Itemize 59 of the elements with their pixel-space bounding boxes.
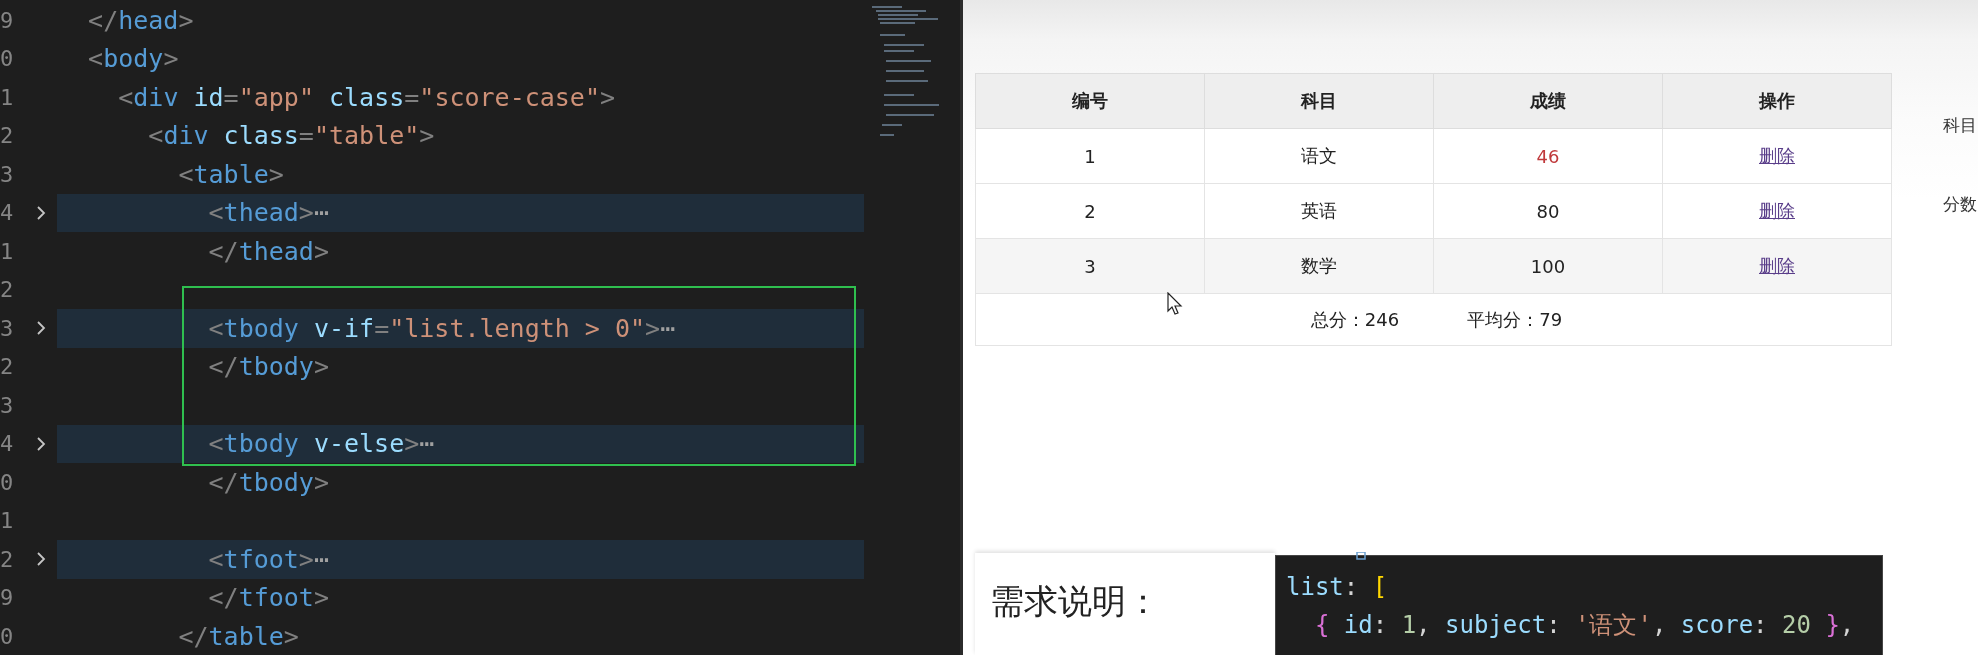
line-number: 0 (0, 46, 15, 72)
line-number: 9 (0, 7, 15, 33)
table-cell: 3 (975, 238, 1205, 294)
code-line: </tbody> (207, 467, 329, 497)
delete-link[interactable]: 删除 (1759, 200, 1795, 221)
code-line: </table> (177, 621, 299, 651)
score-cell: 100 (1433, 238, 1663, 294)
line-number: 1 (0, 508, 15, 534)
table-cell: 1 (975, 128, 1205, 184)
table-cell: 英语 (1204, 183, 1434, 239)
line-number: 0 (0, 623, 15, 649)
code-line: <tbody v-if="list.length > 0">⋯ (207, 313, 676, 343)
line-number: 4 (0, 200, 15, 226)
code-line: <div class="table"> (147, 121, 435, 151)
form-label: 科目 (1943, 114, 1977, 137)
line-number: 3 (0, 392, 15, 418)
code-line: <tfoot>⋯ (207, 544, 329, 574)
form-label: 分数 (1943, 193, 1977, 216)
code-line: </tbody> (207, 352, 329, 382)
column-header: 编号 (975, 73, 1205, 129)
delete-link[interactable]: 删除 (1759, 145, 1795, 166)
code-line: <body> (87, 44, 179, 74)
score-cell: 46 (1433, 128, 1663, 184)
line-number: 0 (0, 469, 15, 495)
column-header: 科目 (1204, 73, 1434, 129)
line-number: 9 (0, 585, 15, 611)
line-number: 2 (0, 546, 15, 572)
line-number: 1 (0, 84, 15, 110)
line-number: 2 (0, 354, 15, 380)
average-score: 平均分：79 (1467, 307, 1563, 332)
code-line: <tbody v-else>⋯ (207, 429, 435, 459)
chevron-icon[interactable] (36, 551, 46, 568)
chevron-icon[interactable] (36, 320, 46, 337)
line-number: 3 (0, 161, 15, 187)
code-line: </tfoot> (207, 583, 329, 613)
column-header: 成绩 (1433, 73, 1663, 129)
code-line: </thead> (207, 236, 329, 266)
table-cell: 2 (975, 183, 1205, 239)
column-header: 操作 (1662, 73, 1892, 129)
requirements-title: 需求说明： (990, 581, 1160, 621)
line-number: 2 (0, 123, 15, 149)
code-line: <thead>⋯ (207, 198, 329, 228)
score-cell: 80 (1433, 183, 1663, 239)
total-score: 总分：246 (1310, 307, 1400, 332)
chevron-icon[interactable] (36, 204, 46, 221)
table-cell: 数学 (1204, 238, 1434, 294)
line-number: 1 (0, 238, 15, 264)
line-number: 2 (0, 277, 15, 303)
line-number: 3 (0, 315, 15, 341)
code-line: </head> (87, 5, 194, 35)
chevron-icon[interactable] (36, 435, 46, 452)
code-line: <div id="app" class="score-case"> (117, 82, 615, 112)
delete-link[interactable]: 删除 (1759, 255, 1795, 276)
code-line: { id: 1, subject: '语文', score: 20 }, (1313, 610, 1856, 641)
code-line: <table> (177, 159, 284, 189)
code-line: list: [ (1286, 572, 1389, 603)
line-number: 4 (0, 431, 15, 457)
cursor-icon (1167, 292, 1183, 316)
table-cell: 语文 (1204, 128, 1434, 184)
